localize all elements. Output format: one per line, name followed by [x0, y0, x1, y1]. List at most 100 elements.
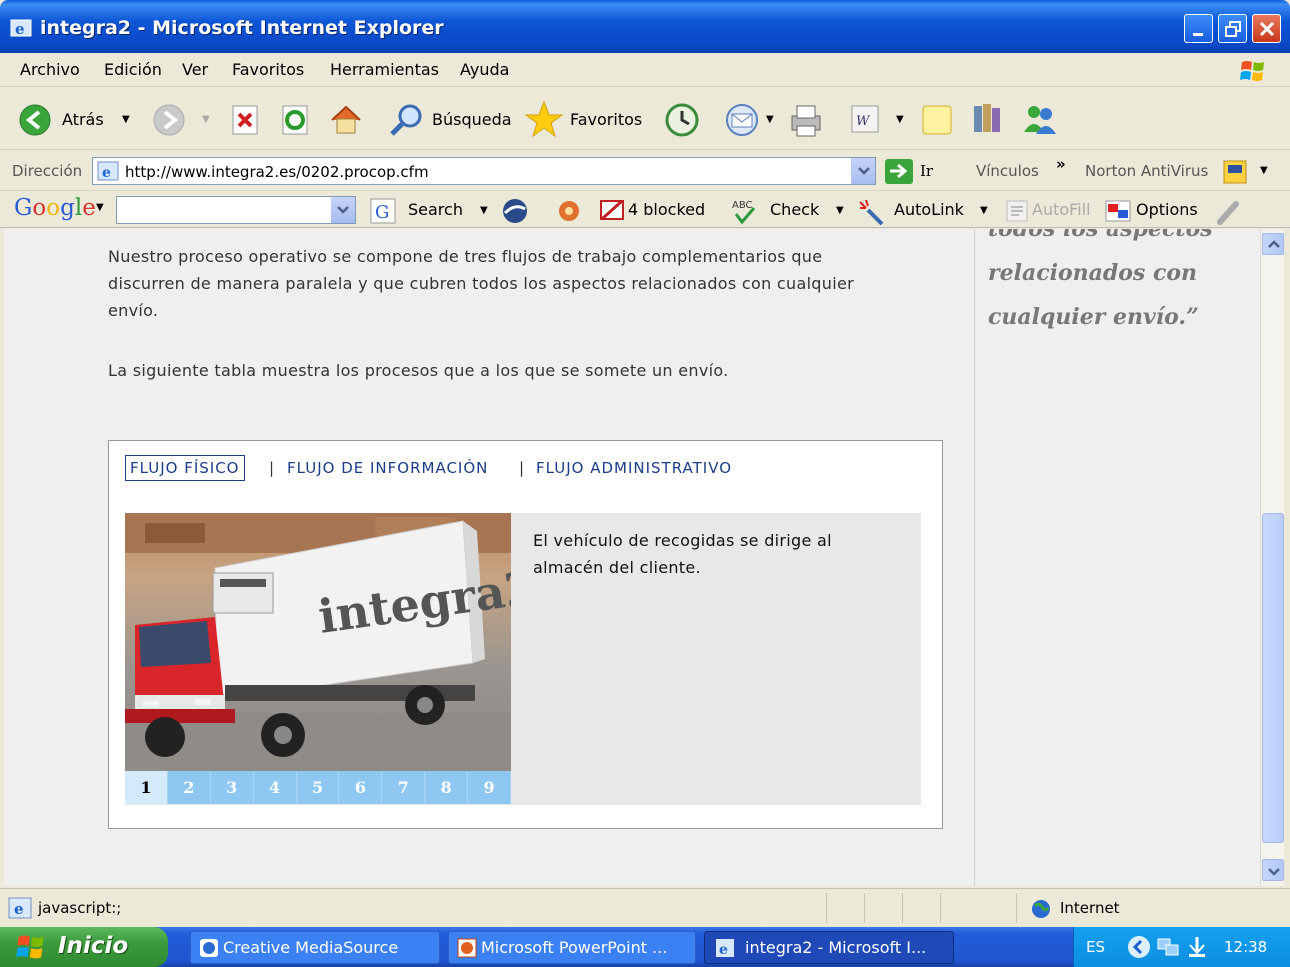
tab-flujo-informacion[interactable]: FLUJO DE INFORMACIÓN	[287, 459, 488, 477]
popup-blocked-icon[interactable]	[598, 197, 628, 225]
step-button[interactable]: 2	[168, 771, 211, 804]
step-button[interactable]: 4	[254, 771, 297, 804]
task-creative-mediasource[interactable]: Creative MediaSource	[190, 931, 440, 964]
step-button[interactable]: 1	[125, 771, 168, 804]
security-zone: Internet	[1060, 899, 1120, 917]
links-chevron[interactable]: »	[1056, 155, 1066, 173]
scroll-thumb[interactable]	[1262, 513, 1284, 843]
menu-herramientas[interactable]: Herramientas	[330, 60, 439, 79]
ie-icon: e	[716, 939, 734, 958]
clock: 12:38	[1224, 938, 1268, 956]
title-bar[interactable]: e integra2 - Microsoft Internet Explorer	[0, 0, 1290, 53]
back-icon[interactable]	[18, 103, 54, 137]
highlighter-icon[interactable]	[1214, 196, 1244, 226]
tab-separator: |	[269, 459, 276, 477]
research-icon[interactable]	[970, 100, 1006, 138]
menu-bar: Archivo Edición Ver Favoritos Herramient…	[0, 53, 1290, 87]
forward-dropdown-icon[interactable]: ▼	[202, 114, 210, 125]
note-icon[interactable]	[920, 102, 954, 138]
popup-blocked-count[interactable]: 4 blocked	[628, 200, 705, 219]
step-button[interactable]: 9	[468, 771, 512, 804]
vertical-scrollbar[interactable]	[1260, 229, 1284, 886]
word-edit-icon[interactable]: W	[850, 104, 880, 134]
step-button[interactable]: 7	[382, 771, 426, 804]
close-button[interactable]	[1252, 14, 1281, 43]
search-dropdown-icon[interactable]: ▼	[480, 205, 488, 216]
menu-ver[interactable]: Ver	[182, 60, 208, 79]
messenger-icon[interactable]	[1020, 100, 1060, 138]
language-indicator[interactable]: ES	[1086, 938, 1105, 956]
restore-button[interactable]	[1218, 14, 1247, 43]
mediasource-icon	[200, 939, 218, 957]
scroll-down-button[interactable]	[1262, 859, 1284, 881]
address-input[interactable]: e http://www.integra2.es/0202.procop.cfm	[92, 157, 876, 185]
check-dropdown-icon[interactable]: ▼	[836, 205, 844, 216]
minimize-button[interactable]	[1184, 14, 1213, 43]
stop-icon[interactable]	[230, 104, 260, 136]
search-icon[interactable]	[388, 102, 426, 138]
autolink-icon[interactable]	[856, 196, 886, 226]
go-button[interactable]: Ir	[920, 162, 933, 180]
menu-favoritos[interactable]: Favoritos	[232, 60, 304, 79]
autolink-button[interactable]: AutoLink	[894, 200, 964, 219]
address-label: Dirección	[12, 162, 83, 180]
go-arrow-icon[interactable]	[884, 158, 914, 185]
task-integra2-ie[interactable]: e integra2 - Microsoft I...	[704, 931, 954, 964]
pagerank-icon[interactable]	[500, 197, 530, 225]
back-label[interactable]: Atrás	[62, 110, 104, 129]
spellcheck-button[interactable]: Check	[770, 200, 819, 219]
step-button[interactable]: 5	[297, 771, 340, 804]
menu-archivo[interactable]: Archivo	[20, 60, 80, 79]
favorites-star-icon[interactable]	[524, 100, 564, 138]
mail-icon[interactable]	[722, 102, 762, 138]
tray-expand-icon[interactable]	[1126, 934, 1152, 960]
google-search-dropdown[interactable]	[331, 197, 355, 223]
svg-text:e: e	[14, 900, 24, 918]
address-url: http://www.integra2.es/0202.procop.cfm	[125, 163, 429, 181]
forward-icon[interactable]	[152, 103, 188, 137]
refresh-icon[interactable]	[280, 104, 310, 136]
scroll-up-button[interactable]	[1262, 233, 1284, 255]
popup-blocker-settings-icon[interactable]	[554, 197, 584, 225]
close-icon	[1259, 21, 1275, 37]
google-search-button[interactable]: Search	[408, 200, 463, 219]
mail-dropdown-icon[interactable]: ▼	[766, 114, 774, 125]
step-button[interactable]: 6	[339, 771, 383, 804]
quote-line: relacionados con	[988, 260, 1198, 286]
start-button[interactable]: Inicio	[0, 927, 168, 967]
address-dropdown-button[interactable]	[851, 158, 875, 184]
tab-flujo-fisico[interactable]: FLUJO FÍSICO	[125, 455, 245, 481]
task-powerpoint[interactable]: Microsoft PowerPoint ...	[448, 931, 696, 964]
google-menu-dropdown-icon[interactable]: ▼	[96, 202, 104, 213]
home-icon[interactable]	[328, 102, 364, 136]
autolink-dropdown-icon[interactable]: ▼	[980, 205, 988, 216]
autofill-button[interactable]: AutoFill	[1032, 200, 1091, 219]
safely-remove-hardware-icon[interactable]	[1186, 935, 1208, 959]
norton-dropdown-icon[interactable]: ▼	[1260, 165, 1268, 176]
back-dropdown-icon[interactable]: ▼	[122, 114, 130, 125]
menu-ayuda[interactable]: Ayuda	[460, 60, 509, 79]
google-g-icon[interactable]: G	[370, 198, 396, 224]
edit-dropdown-icon[interactable]: ▼	[896, 114, 904, 125]
step-button[interactable]: 3	[211, 771, 254, 804]
print-icon[interactable]	[786, 102, 826, 138]
windows-logo-icon	[1240, 61, 1264, 81]
history-icon[interactable]	[664, 102, 700, 138]
step-button[interactable]: 8	[425, 771, 469, 804]
options-icon[interactable]	[1104, 198, 1132, 224]
options-button[interactable]: Options	[1136, 200, 1198, 219]
links-label[interactable]: Vínculos	[976, 162, 1039, 180]
norton-antivirus-label[interactable]: Norton AntiVirus	[1085, 162, 1208, 180]
autofill-icon[interactable]	[1004, 198, 1030, 224]
tab-flujo-administrativo[interactable]: FLUJO ADMINISTRATIVO	[536, 459, 732, 477]
search-label[interactable]: Búsqueda	[432, 110, 512, 129]
norton-icon[interactable]	[1222, 159, 1248, 185]
favorites-label[interactable]: Favoritos	[570, 110, 642, 129]
google-logo[interactable]: Google	[14, 195, 96, 221]
powerpoint-icon	[457, 938, 477, 958]
menu-edicion[interactable]: Edición	[104, 60, 162, 79]
network-icon[interactable]	[1156, 935, 1182, 959]
spellcheck-icon[interactable]: ABC	[730, 196, 758, 226]
google-search-input[interactable]	[116, 196, 356, 224]
quote-line: cualquier envío.”	[988, 304, 1199, 330]
